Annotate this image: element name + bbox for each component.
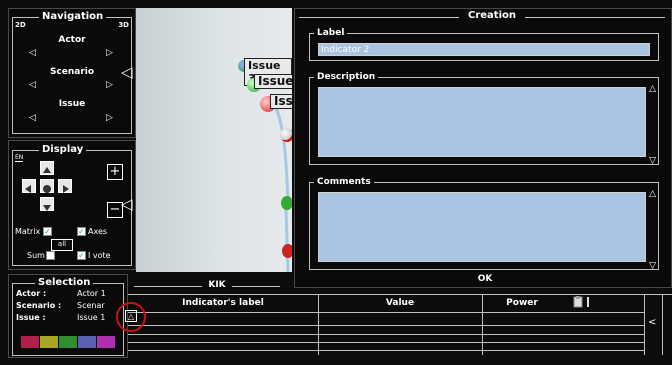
camera-up-button[interactable] xyxy=(40,161,54,175)
dot-icon xyxy=(43,185,51,193)
col-header-value[interactable]: Value xyxy=(318,295,482,311)
color-swatch[interactable] xyxy=(21,336,39,348)
navigation-panel: Navigation 2D 3D Actor ◁ ▷ Scenario ◁ ▷ … xyxy=(8,8,136,138)
matrix-label: Matrix xyxy=(15,227,41,236)
navigation-collapse-icon[interactable]: ◁ xyxy=(121,63,133,81)
col-header-indicator-label[interactable]: Indicator's label xyxy=(128,295,318,311)
nav-scenario-next-icon[interactable]: ▷ xyxy=(106,80,113,90)
nav-scenario-label: Scenario xyxy=(49,67,95,77)
color-swatch[interactable] xyxy=(59,336,77,348)
description-fieldset: Description △ ▽ xyxy=(309,70,659,166)
color-swatch[interactable] xyxy=(78,336,96,348)
col-header-power[interactable]: Power xyxy=(482,295,562,311)
node-ball[interactable] xyxy=(280,128,292,142)
label-legend: Label xyxy=(314,26,348,40)
graph-canvas[interactable]: Issue 3 Issue Issu xyxy=(136,8,292,272)
creation-title: Creation xyxy=(468,10,516,21)
camera-center-button[interactable] xyxy=(40,179,54,193)
camera-right-button[interactable] xyxy=(58,179,72,193)
nav-actor-label: Actor xyxy=(58,35,86,45)
nav-issue-prev-icon[interactable]: ◁ xyxy=(29,113,36,123)
sort-toggle-icon[interactable]: △ xyxy=(125,310,137,322)
display-panel: Display EN + − Matrix ✓ ✓ Axes all Sum ✓… xyxy=(8,140,136,270)
table-side-arrow-icon[interactable]: < xyxy=(648,317,656,328)
3d-toggle[interactable]: 3D xyxy=(118,21,129,29)
creation-dialog: Creation Label Indicator 2 Description △… xyxy=(294,8,672,288)
selection-panel: Selection Actor : Actor 1 Scenario : Sce… xyxy=(8,274,128,358)
graph-links xyxy=(272,102,290,272)
color-swatch[interactable] xyxy=(97,336,115,348)
label-fieldset: Label Indicator 2 xyxy=(309,26,659,61)
description-scroll-up-icon[interactable]: △ xyxy=(649,84,656,94)
comments-textarea[interactable] xyxy=(318,192,646,262)
ivote-label: I vote xyxy=(88,251,111,260)
kik-panel: KIK Indicator's label Value Power < △ xyxy=(116,278,672,358)
comments-scroll-down-icon[interactable]: ▽ xyxy=(649,261,656,271)
comments-scroll-up-icon[interactable]: △ xyxy=(649,189,656,199)
selection-actor-value: Actor 1 xyxy=(77,289,106,298)
selection-issue-value: Issue 1 xyxy=(77,313,106,322)
nav-actor-prev-icon[interactable]: ◁ xyxy=(29,48,36,58)
kik-table: Indicator's label Value Power < xyxy=(128,294,672,357)
description-legend: Description xyxy=(314,70,379,84)
display-collapse-icon[interactable]: ◁ xyxy=(121,195,133,213)
nav-scenario-prev-icon[interactable]: ◁ xyxy=(29,80,36,90)
matrix-checkbox[interactable]: ✓ xyxy=(43,227,52,236)
selection-scenario-value: Scenar xyxy=(77,301,105,310)
label-input[interactable]: Indicator 2 xyxy=(318,43,650,56)
ivote-checkbox[interactable]: ✓ xyxy=(77,251,86,260)
2d-toggle[interactable]: 2D xyxy=(15,21,26,29)
navigation-fieldset: Navigation 2D 3D Actor ◁ ▷ Scenario ◁ ▷ … xyxy=(12,10,132,134)
sum-checkbox[interactable] xyxy=(46,251,55,260)
zoom-in-button[interactable]: + xyxy=(107,164,123,180)
nav-issue-label: Issue xyxy=(58,99,86,109)
description-textarea[interactable] xyxy=(318,87,646,157)
selection-fieldset: Selection Actor : Actor 1 Scenario : Sce… xyxy=(12,276,124,356)
comments-legend: Comments xyxy=(314,175,374,189)
node-ball-red[interactable] xyxy=(282,244,292,258)
language-toggle[interactable]: EN xyxy=(15,154,24,162)
color-swatch[interactable] xyxy=(40,336,58,348)
arrow-up-icon xyxy=(43,167,51,173)
all-toggle[interactable]: all xyxy=(51,239,73,251)
arrow-right-icon xyxy=(63,185,69,193)
clipboard-icon[interactable] xyxy=(572,296,584,308)
display-fieldset: Display EN + − Matrix ✓ ✓ Axes all Sum ✓… xyxy=(12,143,132,266)
display-title: Display xyxy=(39,143,87,157)
camera-down-button[interactable] xyxy=(40,197,54,211)
description-scroll-down-icon[interactable]: ▽ xyxy=(649,156,656,166)
node-ball-green[interactable] xyxy=(281,196,292,210)
comments-fieldset: Comments △ ▽ xyxy=(309,175,659,271)
arrow-down-icon xyxy=(43,205,51,211)
sum-label: Sum xyxy=(27,251,45,260)
arrow-left-icon xyxy=(25,185,31,193)
nav-issue-next-icon[interactable]: ▷ xyxy=(106,113,113,123)
issue-node-label[interactable]: Issue xyxy=(254,74,292,89)
divider-handle[interactable] xyxy=(587,297,589,307)
selection-issue-key: Issue : xyxy=(16,313,46,322)
issue-node-label[interactable]: Issu xyxy=(270,94,292,109)
selection-actor-key: Actor : xyxy=(16,289,47,298)
selection-scenario-key: Scenario : xyxy=(16,301,62,310)
kik-title: KIK xyxy=(208,280,226,290)
axes-label: Axes xyxy=(88,227,108,236)
navigation-title: Navigation xyxy=(39,10,107,24)
selection-title: Selection xyxy=(35,276,94,290)
camera-left-button[interactable] xyxy=(22,179,36,193)
axes-checkbox[interactable]: ✓ xyxy=(77,227,86,236)
nav-actor-next-icon[interactable]: ▷ xyxy=(106,48,113,58)
